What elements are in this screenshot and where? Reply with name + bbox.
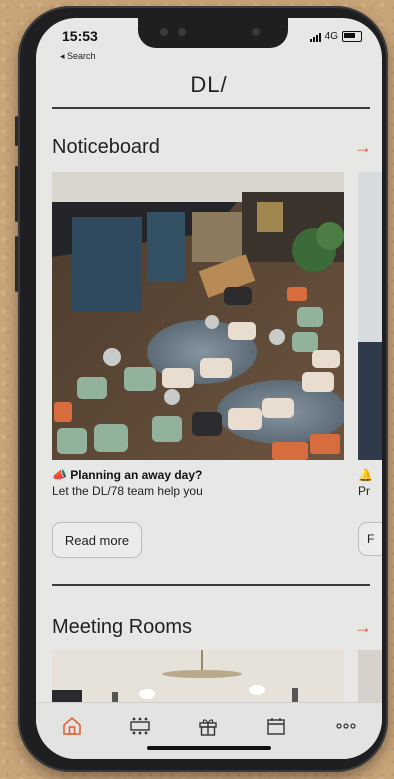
home-icon (63, 716, 81, 735)
meeting-rooms-heading: Meeting Rooms (52, 616, 193, 638)
tab-meeting-rooms[interactable] (126, 713, 154, 739)
tab-home[interactable] (58, 713, 86, 739)
tab-perks[interactable] (194, 713, 222, 739)
sensor-dot (160, 28, 168, 36)
noticeboard-card-image[interactable] (52, 172, 344, 460)
peek-card-emoji: 🔔 (358, 468, 373, 482)
notch (138, 18, 288, 48)
meeting-rooms-arrow-icon[interactable]: → (354, 617, 372, 638)
lounge-photo (52, 172, 344, 460)
status-time: 15:53 (62, 28, 98, 44)
peek-card-button[interactable]: F (358, 522, 382, 556)
home-indicator[interactable] (147, 746, 271, 750)
battery-icon (342, 31, 362, 42)
tab-bookings[interactable] (262, 713, 290, 739)
tab-bar (36, 702, 382, 759)
camera-dot (178, 28, 186, 36)
signal-icon (309, 32, 321, 42)
read-more-button[interactable]: Read more (52, 522, 142, 558)
card-title-text: Planning an away day? (70, 468, 203, 482)
meeting-room-icon (130, 717, 150, 735)
screen: 15:53 ◂ Search 4G DL/ Noticeboard → 📣 Pl… (36, 18, 382, 759)
tab-more[interactable] (332, 713, 360, 739)
mute-switch (15, 116, 18, 146)
network-label: 4G (324, 31, 338, 42)
section-divider (52, 584, 370, 586)
megaphone-icon: 📣 (52, 468, 67, 482)
volume-up-button (15, 166, 18, 222)
more-icon (336, 723, 356, 729)
gift-icon (199, 719, 217, 736)
header-divider (52, 107, 370, 109)
noticeboard-heading: Noticeboard (52, 136, 160, 158)
sensor-dot (252, 28, 260, 36)
volume-down-button (15, 236, 18, 292)
card-subtitle: Let the DL/78 team help you (52, 484, 203, 498)
next-card-image-peek[interactable] (358, 172, 382, 460)
next-meeting-room-peek[interactable] (358, 650, 382, 702)
card-title: 📣 Planning an away day? (52, 468, 202, 482)
back-to-search-link[interactable]: ◂ Search (60, 51, 96, 62)
app-title: DL/ (190, 72, 228, 97)
peek-photo-shade (358, 342, 382, 460)
calendar-icon (267, 718, 285, 735)
meeting-room-photo (52, 650, 344, 702)
peek-card-subtitle: Pr (358, 484, 370, 498)
noticeboard-arrow-icon[interactable]: → (354, 137, 372, 158)
status-indicators: 4G (309, 31, 362, 42)
meeting-room-card-image[interactable] (52, 650, 344, 702)
